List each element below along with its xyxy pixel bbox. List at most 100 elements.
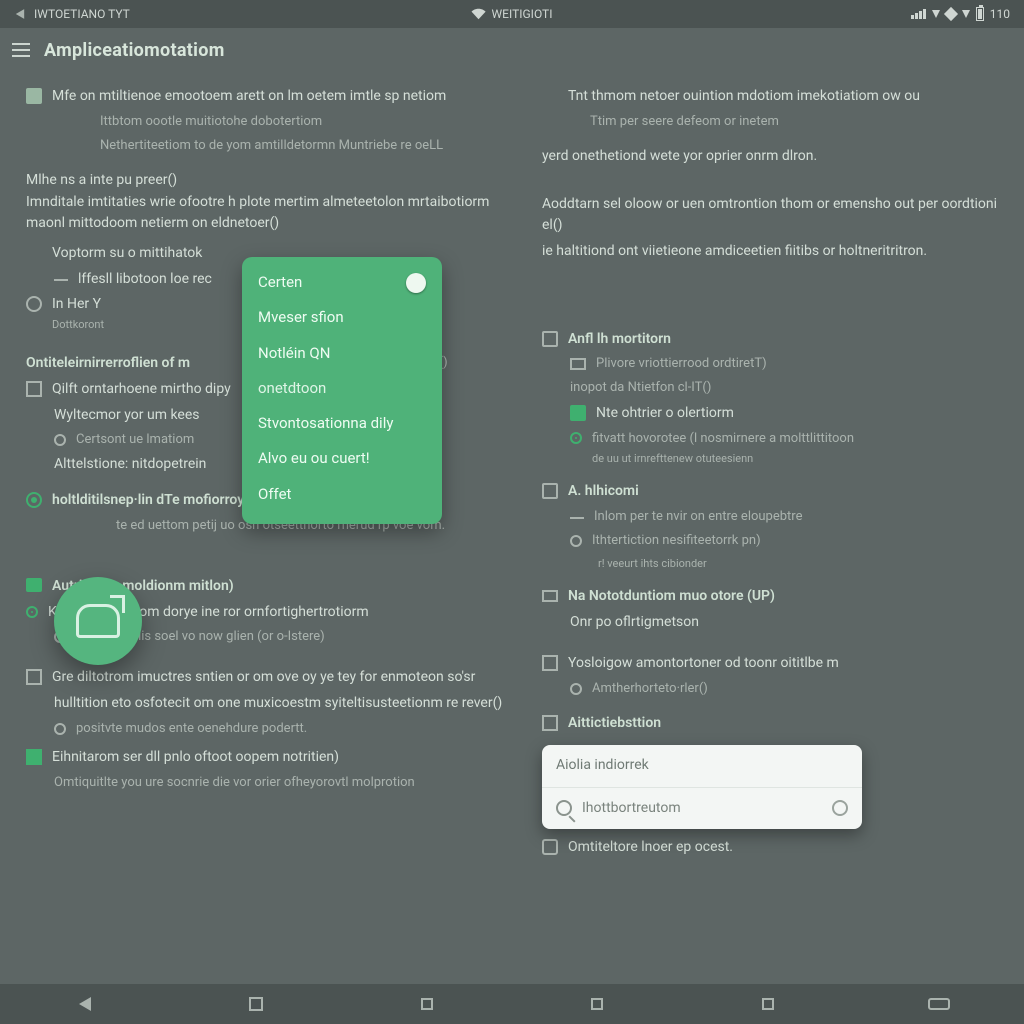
intro-line: Mfe on mtiltienoe emootoem arett on lm o… [52,86,446,108]
radio-button[interactable] [54,723,66,735]
option-label: positvte mudos ente oenehdure podertt. [76,719,307,739]
bullet-icon [542,88,558,104]
nav-back-button[interactable] [65,992,105,1016]
option-label: Omtiteltore lnoer ep ocest. [568,837,733,859]
option-sublabel: de uu ut irnrefttenew otuteesienn [592,450,854,467]
status-bar: IWTOETIANO TYT WEITIGIOTI 110 [0,0,1024,28]
nav-button[interactable] [407,992,447,1016]
mailbox-icon [76,604,120,638]
square-icon [421,998,433,1010]
nav-button[interactable] [236,992,276,1016]
bullet-icon [26,578,42,592]
paragraph-line: lffesll libotoon loe rec [78,269,212,291]
rect-icon [570,358,586,370]
section-heading: Aittictiebsttion [568,713,661,735]
bullet-icon [74,138,90,154]
radio-button[interactable] [570,432,582,444]
square-icon [249,997,263,1011]
option-label: Omtiquitlte you ure socnrie die vor orie… [54,773,415,793]
section-icon [542,483,558,499]
section-heading: Na Nototduntiom muo otore (UP) [568,586,775,608]
back-icon [79,997,91,1011]
option-label: Nte ohtrier o olertiorm [596,403,734,425]
radio-button[interactable] [26,296,42,312]
option-sublabel: r! veeurt ihts cibionder [598,555,707,572]
option-label: inopot da Ntietfon cl-IT() [570,378,711,398]
popup-item[interactable]: onetdtoon [258,377,426,400]
voice-search-icon[interactable] [832,800,848,816]
dash-icon [54,279,68,281]
option-label: Amtherhorteto·rler() [592,679,708,699]
square-icon [762,998,774,1010]
option-label: fitvatt hovorotee (l nosmirnere a molttl… [592,431,854,446]
bullet-icon [26,88,42,104]
intro-line: Ttim per seere defeom or inetem [590,112,779,132]
section-icon [542,590,558,602]
menu-icon[interactable] [12,43,30,57]
triangle-down-icon-2 [962,10,970,18]
section-heading: Anfl lh mortitorn [568,329,671,351]
section-icon [542,839,558,855]
intro-line: Ittbtom oootle muitiotohe dobotertiom [100,112,322,132]
option-label: hulltition eto osfotecit om one muxicoes… [54,693,502,715]
status-left-app: IWTOETIANO TYT [34,7,130,21]
status-time: 110 [990,7,1010,21]
search-icon [556,800,572,816]
checkbox[interactable] [542,655,558,671]
card-title: Aiolia indiorrek [542,745,862,788]
option-label: Onr po oflrtigmetson [570,612,699,634]
page-title: Ampliceatiomotatiom [44,40,225,61]
popup-item[interactable]: Offet [258,483,426,506]
option-label: Eihnitarom ser dll pnlo oftoot oopem not… [52,747,339,769]
paragraph-line: yerd onethetiond wete yor oprier onrm dl… [542,146,998,168]
square-filled-icon [570,405,586,421]
checkbox[interactable] [26,381,42,397]
nav-button[interactable] [577,992,617,1016]
popup-item[interactable]: Notléin QN [258,342,426,365]
option-label: Wyltecmor yor um kees [54,405,199,427]
bullet-icon [74,114,90,130]
section-heading: Ontiteleirnirrerroflien of m [26,353,190,375]
radio-button[interactable] [570,535,582,547]
option-label: In Her Y [52,296,101,312]
search-row[interactable]: Ihottbortreutom [542,788,862,830]
popup-menu[interactable]: Certen Mveser sfion Notléin QN onetdtoon… [242,257,442,524]
signal-icon [911,9,926,19]
section-icon [542,331,558,347]
paragraph-line: Voptorm su o mittihatok [52,243,202,265]
nav-button[interactable] [748,992,788,1016]
option-sublabel: Dottkoront [52,316,104,333]
popup-item[interactable]: Stvontosationna dily [258,412,426,435]
bullet-icon [26,245,42,261]
search-placeholder: Ihottbortreutom [582,798,681,820]
option-label: Qilft orntarhoene mirtho dipy [52,379,231,401]
system-navbar [0,984,1024,1024]
intro-line: Nethertiteetiom to de yom amtilldetormn … [100,136,443,156]
paragraph-line: Mlhe ns a inte pu preer() [26,170,506,192]
option-label: Yosloigow amontortoner od toonr oititlbe… [568,653,839,675]
search-card: Aiolia indiorrek Ihottbortreutom [542,745,862,829]
popup-item[interactable]: Alvo eu ou cuert! [258,447,426,470]
fab-compose[interactable] [54,577,142,665]
paragraph-line: Imnditale imtitaties wrie ofootre h plot… [26,192,506,235]
checkbox[interactable] [542,715,558,731]
wifi-icon [472,7,486,21]
triangle-down-icon [932,10,940,18]
checkbox[interactable] [26,749,42,765]
option-label: Certsont ue lmatiom [76,430,194,450]
paragraph-line: Aoddtarn sel oloow or uen omtrontion tho… [542,194,998,237]
paragraph-line: ie haltitiond ont viietieone amdiceetien… [542,241,927,263]
radio-button[interactable] [26,606,38,618]
popup-item[interactable]: Certen [258,271,302,294]
nav-button[interactable] [919,992,959,1016]
radio-button[interactable] [26,492,42,508]
popup-item[interactable]: Mveser sfion [258,306,426,329]
toggle-knob-icon[interactable] [406,273,426,293]
option-label: Inlom per te nvir on entre eloupebtre [594,507,802,527]
status-center-label: WEITIGIOTI [492,7,553,21]
radio-button[interactable] [570,683,582,695]
option-label: Alttelstione: nitdopetrein [54,454,206,476]
app-bar: Ampliceatiomotatiom [0,28,1024,72]
checkbox[interactable] [26,669,42,685]
radio-button[interactable] [54,434,66,446]
